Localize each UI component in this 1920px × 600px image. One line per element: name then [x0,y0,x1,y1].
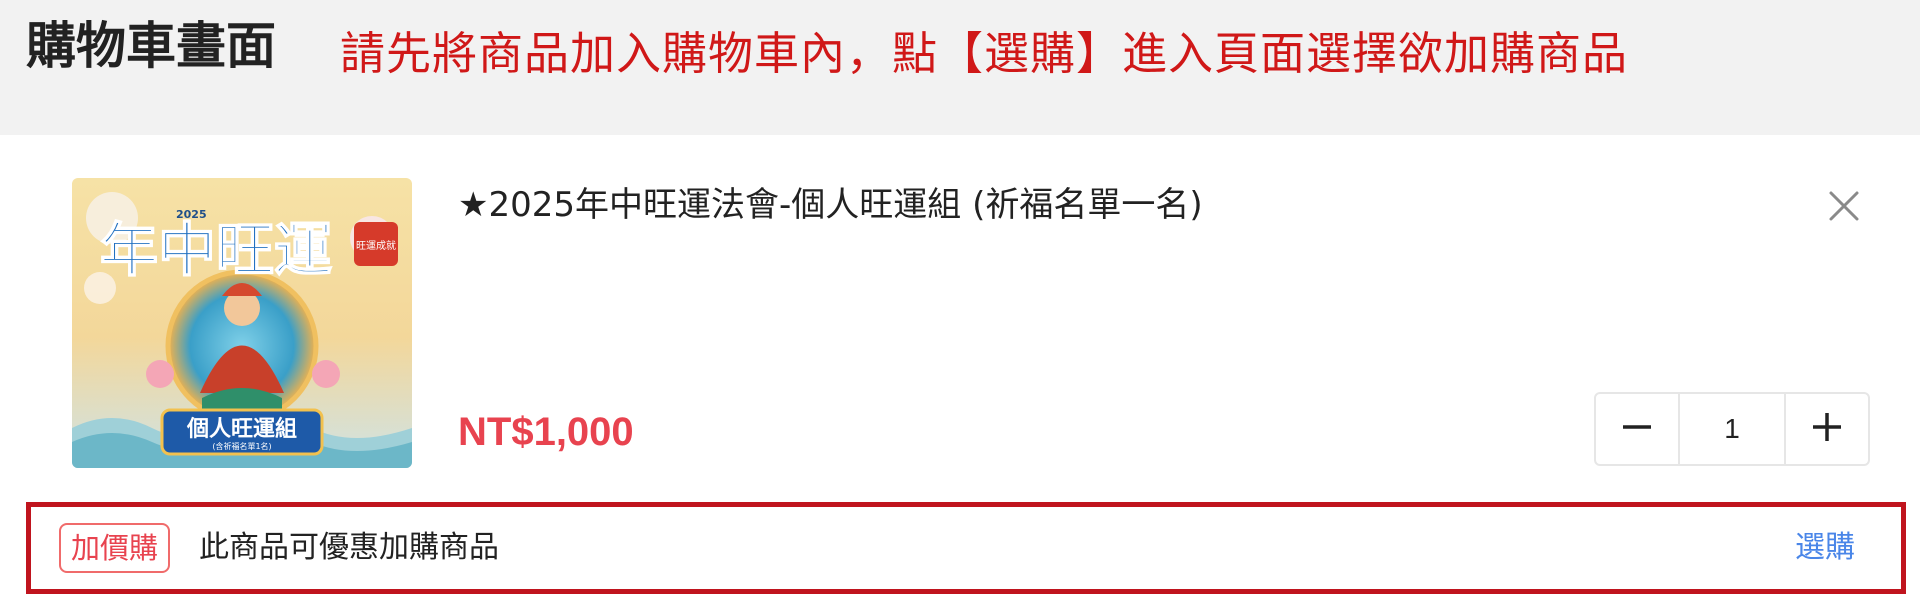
plus-icon [1811,411,1843,447]
quantity-stepper: 1 [1594,392,1870,466]
image-sublabel-text: (含祈福名單1名) [212,441,271,451]
image-label-text: 個人旺運組 [186,416,297,442]
product-price: NT$1,000 [458,410,634,454]
remove-item-button[interactable] [1822,186,1866,230]
addon-badge: 加價購 [59,523,171,573]
image-year-text: 2025 [176,208,207,221]
page-title: 購物車畫面 [26,17,276,75]
decrease-quantity-button[interactable] [1596,394,1678,464]
minus-icon [1621,411,1653,447]
instruction-note: 請先將商品加入購物車內，點【選購】進入頁面選擇欲加購商品 [340,27,1629,80]
addon-purchase-bar: 加價購 此商品可優惠加購商品 選購 [26,502,1906,594]
product-title[interactable]: ★2025年中旺運法會-個人旺運組 (祈福名單一名) [458,182,1203,228]
increase-quantity-button[interactable] [1786,394,1868,464]
image-seal-text: 旺運成就 [356,239,396,252]
select-addon-link[interactable]: 選購 [1795,525,1855,571]
image-banner-text: 年中旺運 [100,216,332,284]
quantity-value[interactable]: 1 [1678,394,1786,464]
addon-description: 此商品可優惠加購商品 [199,530,499,565]
close-icon [1827,189,1861,227]
product-image[interactable]: 年中旺運 2025 旺運成就 個人旺運組 (含祈福名單1名) [72,178,412,468]
